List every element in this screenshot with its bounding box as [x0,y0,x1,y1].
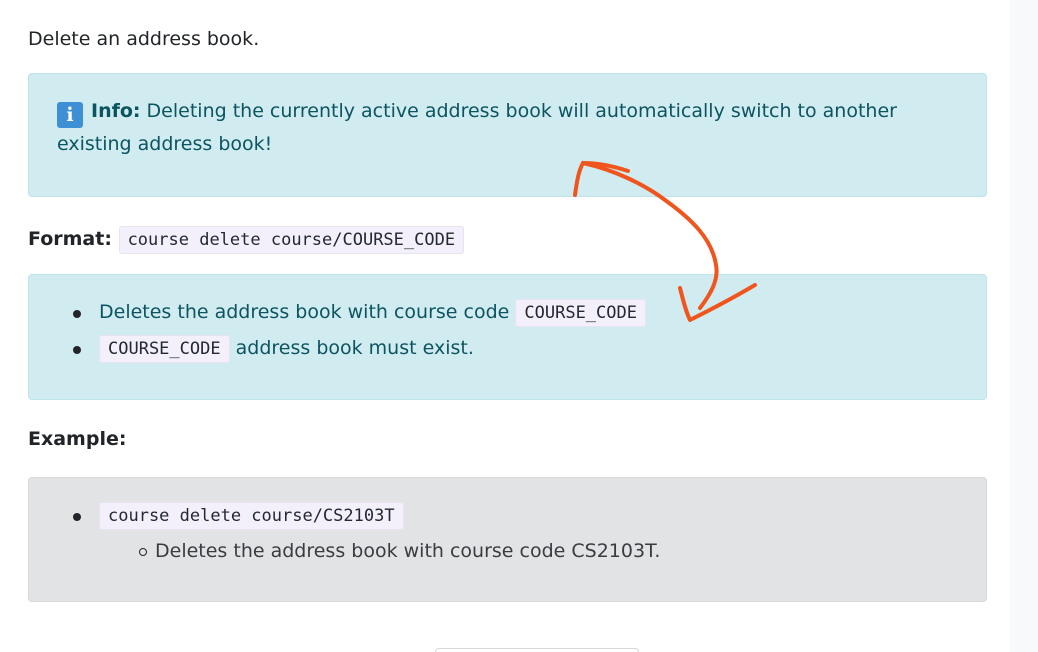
format-line: Format: course delete course/COURSE_CODE [28,226,465,254]
note-code: COURSE_CODE [99,335,230,363]
example-code: course delete course/CS2103T [99,502,404,530]
info-callout: i Info: Deleting the currently active add… [28,73,987,197]
list-item: Deletes the address book with course cod… [139,534,660,569]
example-list: course delete course/CS2103T Deletes the… [73,498,660,569]
example-callout: course delete course/CS2103T Deletes the… [28,477,987,602]
format-code: course delete course/COURSE_CODE [118,226,465,254]
example-sublist: Deletes the address book with course cod… [99,534,660,569]
notes-list: Deletes the address book with course cod… [73,295,646,367]
note-text: address book must exist. [229,337,474,359]
list-item: Deletes the address book with course cod… [73,295,646,331]
note-text: Deletes the address book with course cod… [99,301,516,323]
intro-text: Delete an address book. [28,28,260,50]
right-gutter [1010,0,1038,652]
format-label: Format: [28,228,112,250]
documentation-page: Delete an address book. i Info: Deleting … [0,0,1010,652]
list-item: course delete course/CS2103T Deletes the… [73,498,660,569]
notes-callout: Deletes the address book with course cod… [28,274,987,400]
note-code: COURSE_CODE [515,299,646,327]
list-item: COURSE_CODE address book must exist. [73,331,646,367]
info-text: Deleting the currently active address bo… [57,100,897,155]
info-icon: i [57,102,83,128]
example-label: Example: [28,428,127,450]
bottom-tab[interactable] [435,648,639,652]
info-label: Info: [91,100,141,122]
